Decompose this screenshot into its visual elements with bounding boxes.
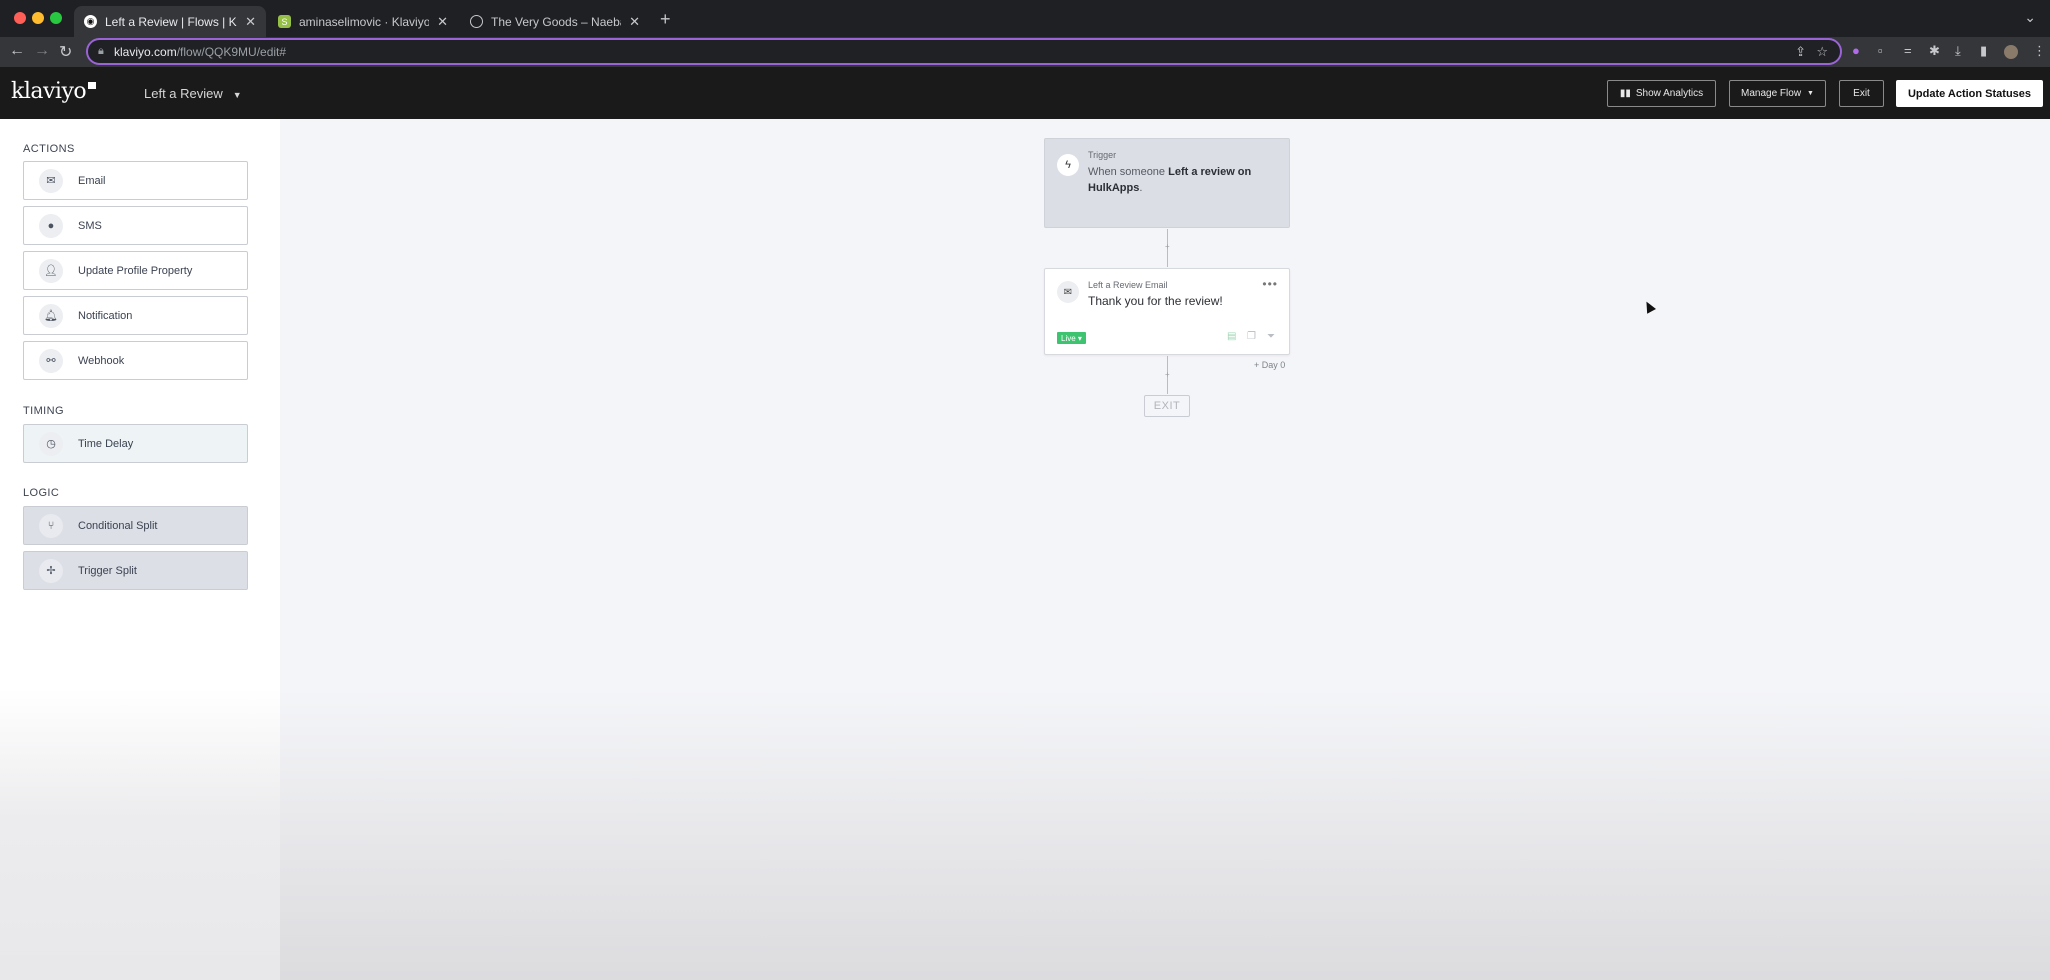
forward-icon[interactable]: → xyxy=(34,42,50,60)
envelope-icon: ✉ xyxy=(39,168,63,193)
lightning-icon: ϟ xyxy=(1057,154,1079,176)
caret-down-icon: ▼ xyxy=(1807,90,1814,97)
webhook-icon: ⚯ xyxy=(39,348,63,373)
kebab-menu-icon[interactable]: ⋮ xyxy=(2033,43,2046,59)
browser-tab-klaviyo[interactable]: ◉ Left a Review | Flows | Klaviyo ✕ xyxy=(74,6,266,37)
caret-down-icon: ▼ xyxy=(232,90,242,100)
time-delay-action[interactable]: ◷ Time Delay xyxy=(23,424,248,463)
email-subject: Thank you for the review! xyxy=(1088,294,1223,308)
browser-tab-very-goods[interactable]: The Very Goods – Naeba / 45- ✕ xyxy=(460,6,650,37)
url-text[interactable]: klaviyo.com/flow/QQK9MU/edit# xyxy=(114,45,286,59)
clock-icon: ◷ xyxy=(39,431,63,456)
minimize-window-button[interactable] xyxy=(32,12,44,24)
trigger-split-icon: ✢ xyxy=(39,558,63,583)
avatar[interactable] xyxy=(2004,45,2018,59)
actions-section-title: ACTIONS xyxy=(23,143,75,155)
manage-flow-button[interactable]: Manage Flow ▼ xyxy=(1729,80,1826,107)
klaviyo-icon: ◉ xyxy=(84,15,97,28)
email-node-label: Left a Review Email xyxy=(1088,280,1168,290)
new-tab-icon[interactable]: + xyxy=(660,9,671,30)
close-icon[interactable]: ✕ xyxy=(629,14,640,30)
globe-icon xyxy=(470,15,483,28)
tab-label: aminaselimovic · Klaviyo Integr xyxy=(299,14,430,29)
extension-icon[interactable]: ▫ xyxy=(1878,43,1883,58)
logic-section-title: LOGIC xyxy=(23,487,60,499)
klaviyo-logo[interactable]: klaviyo xyxy=(11,79,97,104)
sidepanel-icon[interactable]: ▮ xyxy=(1980,43,1987,59)
trigger-node[interactable]: ϟ Trigger When someone Left a review on … xyxy=(1044,138,1290,228)
browser-toolbar: ← → ↻ 🔒︎ klaviyo.com/flow/QQK9MU/edit# ⇪… xyxy=(0,37,2050,67)
bell-icon: 🔔︎ xyxy=(39,303,63,328)
address-bar[interactable]: 🔒︎ klaviyo.com/flow/QQK9MU/edit# ⇪ ☆ xyxy=(86,38,1842,65)
update-profile-property-action[interactable]: 👤︎ Update Profile Property xyxy=(23,251,248,290)
flow-name-dropdown[interactable]: Left a Review ▼ xyxy=(144,86,242,101)
app-header: klaviyo Left a Review ▼ ▮▮ Show Analytics … xyxy=(0,67,2050,119)
tab-label: The Very Goods – Naeba / 45- xyxy=(491,14,621,29)
shopify-icon: S xyxy=(278,15,291,28)
sms-action[interactable]: ● SMS xyxy=(23,206,248,245)
star-icon[interactable]: ☆ xyxy=(1816,44,1828,60)
back-icon[interactable]: ← xyxy=(9,42,25,60)
conditional-split-action[interactable]: ⑂ Conditional Split xyxy=(23,506,248,545)
more-options-icon[interactable]: ••• xyxy=(1262,277,1278,291)
share-icon[interactable]: ⇪ xyxy=(1795,44,1806,60)
actions-sidebar: ACTIONS ✉ Email ● SMS 👤︎ Update Profile Pro… xyxy=(0,119,280,980)
exit-node: EXIT xyxy=(1144,395,1190,417)
envelope-icon: ✉ xyxy=(1057,281,1079,303)
browser-tab-integrations[interactable]: S aminaselimovic · Klaviyo Integr ✕ xyxy=(268,6,458,37)
webhook-action[interactable]: ⚯ Webhook xyxy=(23,341,248,380)
download-icon[interactable]: ⤓ xyxy=(1955,43,1961,59)
close-icon[interactable]: ✕ xyxy=(437,14,448,30)
add-step-icon[interactable]: + xyxy=(1165,242,1170,251)
close-window-button[interactable] xyxy=(14,12,26,24)
trigger-split-action[interactable]: ✢ Trigger Split xyxy=(23,551,248,590)
tab-label: Left a Review | Flows | Klaviyo xyxy=(105,14,237,29)
email-action[interactable]: ✉ Email xyxy=(23,161,248,200)
filter-icon[interactable]: ⏷ xyxy=(1267,331,1275,342)
bar-chart-icon: ▮▮ xyxy=(1619,88,1631,99)
close-icon[interactable]: ✕ xyxy=(245,14,256,30)
chat-bubble-icon: ● xyxy=(39,213,63,238)
split-icon: ⑂ xyxy=(39,513,63,538)
person-icon: 👤︎ xyxy=(39,258,63,283)
sms-preview-icon[interactable]: ▤ xyxy=(1227,331,1236,342)
copy-icon[interactable]: ❐ xyxy=(1247,331,1256,342)
extension-icon[interactable]: = xyxy=(1904,43,1912,58)
maximize-window-button[interactable] xyxy=(50,12,62,24)
lock-icon: 🔒︎ xyxy=(98,45,104,57)
puzzle-icon[interactable]: ✱ xyxy=(1929,43,1940,59)
delay-label: + Day 0 xyxy=(1254,360,1286,370)
update-action-statuses-button[interactable]: Update Action Statuses xyxy=(1896,80,2043,107)
notification-action[interactable]: 🔔︎ Notification xyxy=(23,296,248,335)
timing-section-title: TIMING xyxy=(23,405,64,417)
browser-tab-bar: ◉ Left a Review | Flows | Klaviyo ✕ S am… xyxy=(0,0,2050,37)
trigger-description: When someone Left a review on HulkApps. xyxy=(1088,166,1252,194)
add-step-icon[interactable]: + xyxy=(1165,370,1170,379)
exit-button[interactable]: Exit xyxy=(1839,80,1884,107)
chevron-down-icon[interactable]: ⌄ xyxy=(2024,9,2036,26)
email-node[interactable]: ✉ Left a Review Email Thank you for the … xyxy=(1044,268,1290,355)
flag-icon xyxy=(88,82,97,89)
extension-icon[interactable]: ● xyxy=(1852,43,1860,58)
show-analytics-button[interactable]: ▮▮ Show Analytics xyxy=(1607,80,1716,107)
reload-icon[interactable]: ↻ xyxy=(59,42,72,62)
trigger-label: Trigger xyxy=(1088,150,1117,160)
status-badge[interactable]: Live ▾ xyxy=(1057,332,1086,344)
